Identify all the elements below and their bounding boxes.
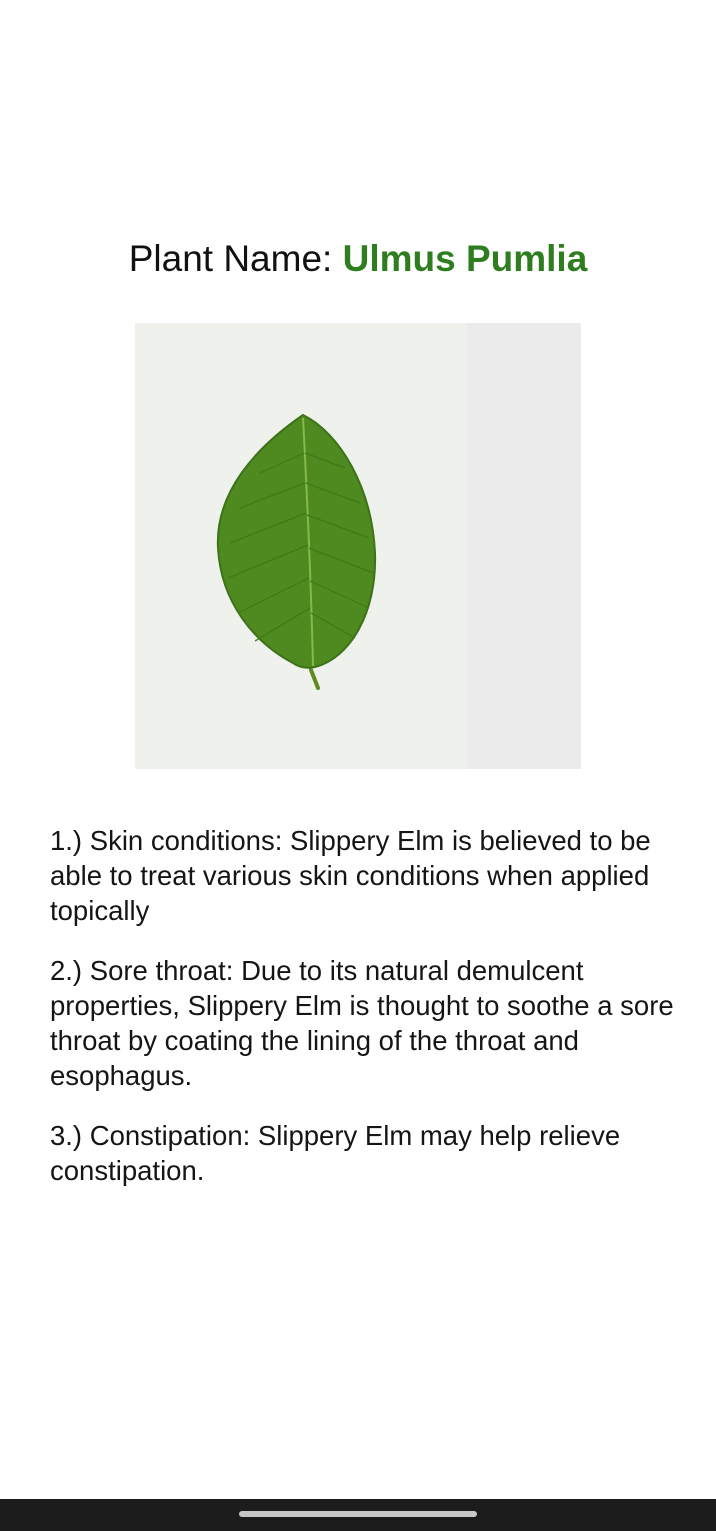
system-navigation-bar <box>0 1499 716 1531</box>
medicinal-uses-list: 1.) Skin conditions: Slippery Elm is bel… <box>50 823 676 1213</box>
plant-photo <box>135 323 581 769</box>
page-title: Plant Name: Ulmus Pumlia <box>0 236 716 282</box>
use-item-constipation: 3.) Constipation: Slippery Elm may help … <box>50 1120 621 1186</box>
use-item-sore-throat: 2.) Sore throat: Due to its natural demu… <box>50 955 674 1091</box>
photo-padding <box>467 323 581 769</box>
plant-name-prefix: Plant Name: <box>128 238 343 279</box>
use-item-skin-conditions: 1.) Skin conditions: Slippery Elm is bel… <box>50 825 651 926</box>
home-gesture-handle[interactable] <box>239 1511 477 1517</box>
plant-name: Ulmus Pumlia <box>342 238 588 279</box>
leaf-image <box>135 323 581 769</box>
